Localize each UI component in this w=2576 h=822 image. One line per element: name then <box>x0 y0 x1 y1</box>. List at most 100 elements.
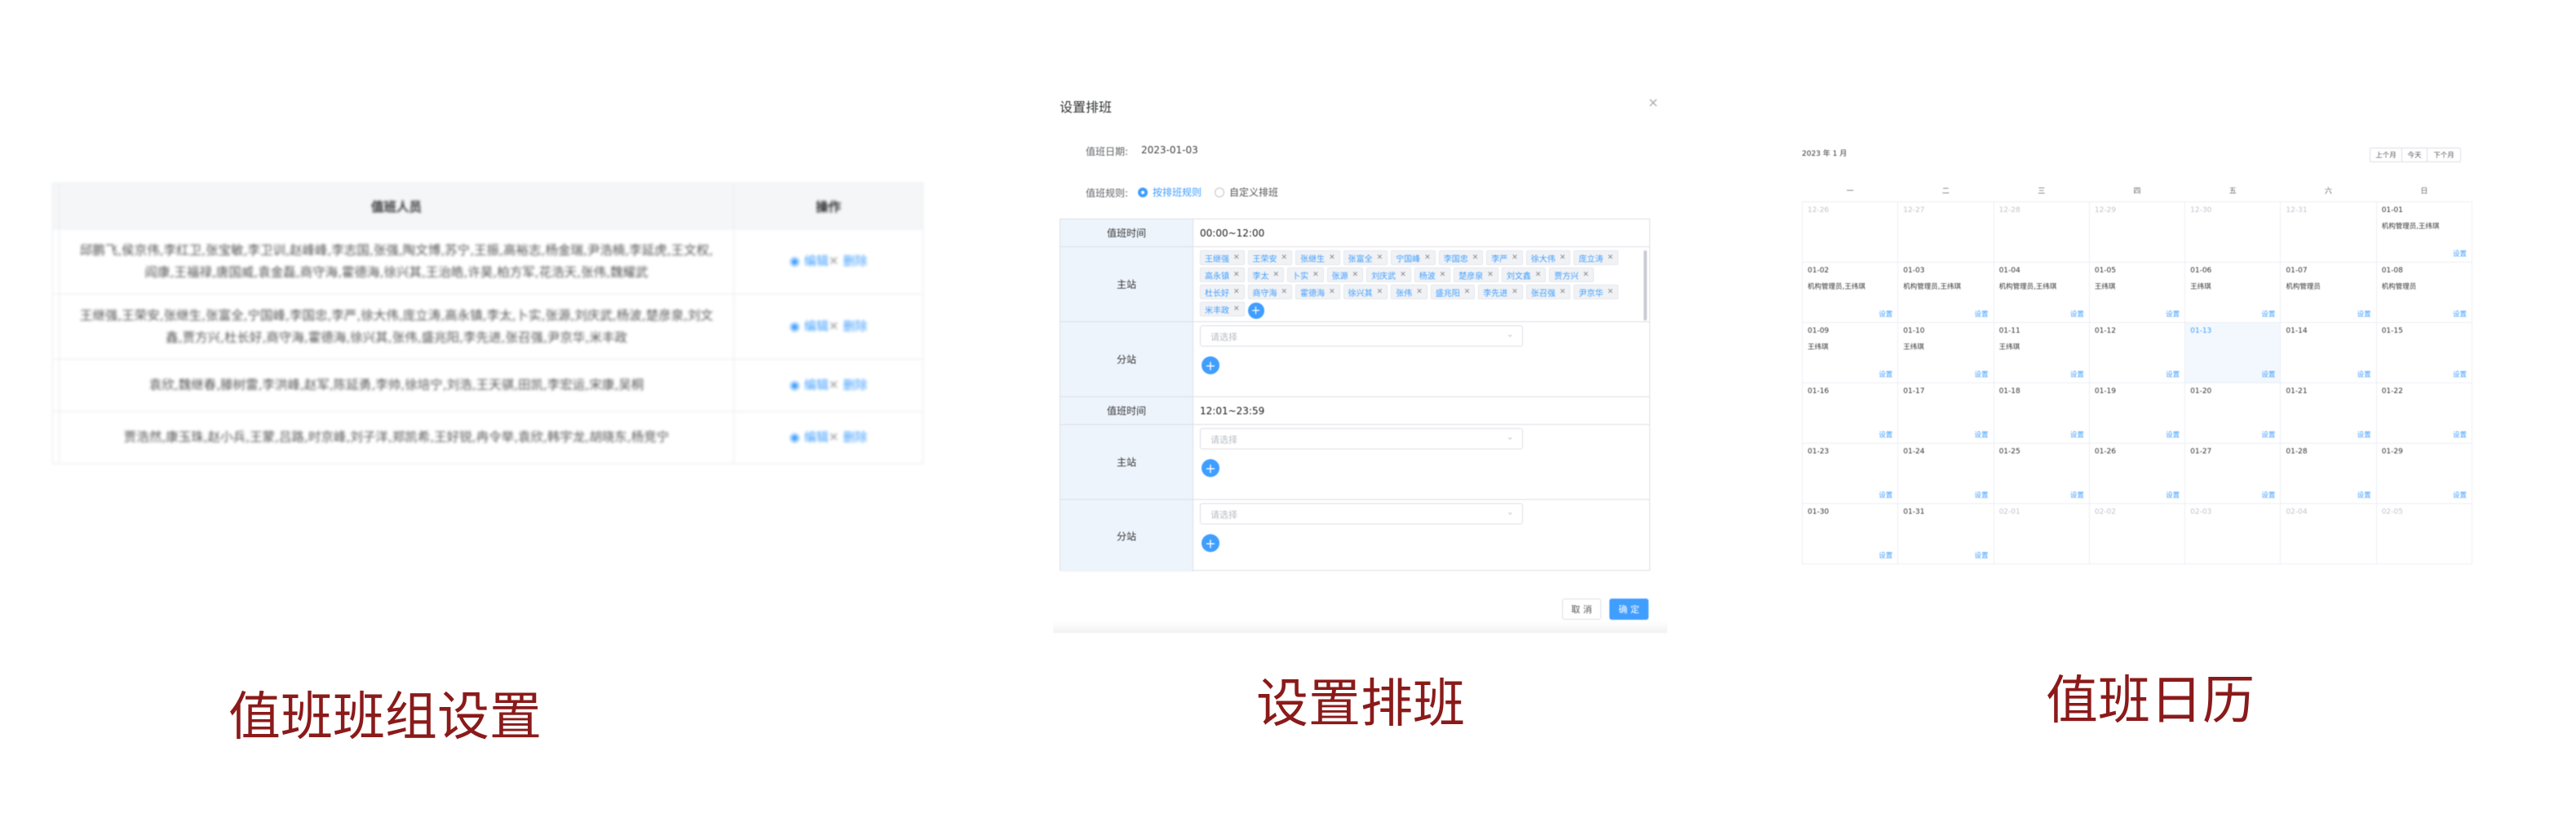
calendar-day-cell[interactable]: 01-25 设置 <box>1993 442 2090 504</box>
tag-close-icon[interactable]: ✕ <box>1233 288 1240 296</box>
radio-rule-custom[interactable]: 自定义排班 <box>1215 185 1278 199</box>
today-button[interactable]: 今天 <box>2401 148 2428 162</box>
day-set-link[interactable]: 设置 <box>1879 490 1892 500</box>
calendar-day-cell[interactable]: 12-28 <box>1993 201 2090 263</box>
calendar-day-cell[interactable]: 01-15 设置 <box>2375 321 2473 383</box>
shift1-sub-select[interactable]: 请选择 ⌄ <box>1200 325 1523 347</box>
day-set-link[interactable]: 设置 <box>1975 309 1989 319</box>
day-set-link[interactable]: 设置 <box>2070 369 2084 379</box>
tag-close-icon[interactable]: ✕ <box>1233 271 1240 279</box>
day-set-link[interactable]: 设置 <box>2261 490 2275 500</box>
tag-close-icon[interactable]: ✕ <box>1424 254 1431 262</box>
delete-link[interactable]: ✕ 删除 <box>829 319 868 334</box>
tag-close-icon[interactable]: ✕ <box>1512 254 1518 262</box>
calendar-day-cell[interactable]: 01-27 设置 <box>2184 442 2282 504</box>
day-set-link[interactable]: 设置 <box>2070 309 2084 319</box>
day-set-link[interactable]: 设置 <box>2357 369 2371 379</box>
confirm-button[interactable]: 确 定 <box>1609 599 1649 620</box>
edit-link[interactable]: ◉ 编辑 <box>790 430 829 444</box>
calendar-day-cell[interactable]: 12-31 <box>2280 201 2377 263</box>
calendar-day-cell[interactable]: 01-30 设置 <box>1801 502 1899 564</box>
calendar-day-cell[interactable]: 01-31 设置 <box>1897 502 1994 564</box>
tag-close-icon[interactable]: ✕ <box>1512 288 1518 296</box>
calendar-day-cell[interactable]: 01-20 设置 <box>2184 382 2282 444</box>
tag-close-icon[interactable]: ✕ <box>1464 288 1471 296</box>
day-set-link[interactable]: 设置 <box>1975 490 1989 500</box>
day-set-link[interactable]: 设置 <box>2357 490 2371 500</box>
calendar-day-cell[interactable]: 12-30 <box>2184 201 2282 263</box>
day-set-link[interactable]: 设置 <box>2357 430 2371 440</box>
delete-link[interactable]: ✕ 删除 <box>829 430 868 444</box>
calendar-day-cell[interactable]: 02-05 <box>2375 502 2473 564</box>
add-button[interactable]: + <box>1202 459 1219 477</box>
calendar-day-cell[interactable]: 02-03 <box>2184 502 2282 564</box>
cancel-button[interactable]: 取 消 <box>1562 599 1601 620</box>
scrollbar[interactable] <box>1644 250 1647 320</box>
calendar-day-cell[interactable]: 02-02 <box>2088 502 2186 564</box>
edit-link[interactable]: ◉ 编辑 <box>790 254 829 268</box>
calendar-day-cell[interactable]: 01-23 设置 <box>1801 442 1899 504</box>
day-set-link[interactable]: 设置 <box>1975 550 1989 560</box>
tag-close-icon[interactable]: ✕ <box>1560 254 1566 262</box>
day-set-link[interactable]: 设置 <box>2357 309 2371 319</box>
calendar-day-cell[interactable]: 01-28 设置 <box>2280 442 2377 504</box>
calendar-day-cell[interactable]: 01-08 机构管理员 设置 <box>2375 261 2473 323</box>
calendar-day-cell[interactable]: 01-06 王纬琪 设置 <box>2184 261 2282 323</box>
tag-close-icon[interactable]: ✕ <box>1535 271 1542 279</box>
add-button[interactable]: + <box>1247 303 1264 319</box>
delete-link[interactable]: ✕ 删除 <box>829 378 868 392</box>
tag-close-icon[interactable]: ✕ <box>1582 271 1589 279</box>
shift2-sub-select[interactable]: 请选择 ⌄ <box>1200 503 1523 524</box>
add-button[interactable]: + <box>1202 356 1219 374</box>
day-set-link[interactable]: 设置 <box>1879 309 1892 319</box>
day-set-link[interactable]: 设置 <box>2261 430 2275 440</box>
calendar-day-cell[interactable]: 01-07 机构管理员 设置 <box>2280 261 2377 323</box>
calendar-day-cell[interactable]: 02-01 <box>1993 502 2090 564</box>
next-month-button[interactable]: 下个月 <box>2427 148 2461 162</box>
calendar-day-cell[interactable]: 01-26 设置 <box>2088 442 2186 504</box>
tag-close-icon[interactable]: ✕ <box>1416 288 1423 296</box>
calendar-day-cell[interactable]: 01-17 设置 <box>1897 382 1994 444</box>
day-set-link[interactable]: 设置 <box>2166 369 2180 379</box>
tag-close-icon[interactable]: ✕ <box>1233 305 1240 313</box>
tag-close-icon[interactable]: ✕ <box>1273 271 1280 279</box>
calendar-day-cell[interactable]: 01-21 设置 <box>2280 382 2377 444</box>
calendar-day-cell[interactable]: 01-03 机构管理员,王纬琪 设置 <box>1897 261 1994 323</box>
shift1-main-tag-select[interactable]: 王继强 ✕ 王荣安 ✕ 张继生 ✕ 张富全 ✕ 宁国峰 ✕ 李国忠 ✕ 李严 ✕ 徐大伟 ✕ 庞立涛 ✕ 高永镇 ✕ 李… <box>1193 247 1649 322</box>
tag-close-icon[interactable]: ✕ <box>1312 271 1319 279</box>
day-set-link[interactable]: 设置 <box>2453 309 2467 319</box>
tag-close-icon[interactable]: ✕ <box>1281 254 1288 262</box>
calendar-day-cell[interactable]: 01-18 设置 <box>1993 382 2090 444</box>
prev-month-button[interactable]: 上个月 <box>2370 148 2402 162</box>
tag-close-icon[interactable]: ✕ <box>1400 271 1406 279</box>
day-set-link[interactable]: 设置 <box>2070 430 2084 440</box>
calendar-day-cell[interactable]: 01-24 设置 <box>1897 442 1994 504</box>
day-set-link[interactable]: 设置 <box>1975 430 1989 440</box>
day-set-link[interactable]: 设置 <box>1879 430 1892 440</box>
day-set-link[interactable]: 设置 <box>1879 369 1892 379</box>
day-set-link[interactable]: 设置 <box>2070 490 2084 500</box>
tag-close-icon[interactable]: ✕ <box>1281 288 1288 296</box>
tag-close-icon[interactable]: ✕ <box>1352 271 1359 279</box>
day-set-link[interactable]: 设置 <box>1879 550 1892 560</box>
calendar-day-cell[interactable]: 02-04 <box>2280 502 2377 564</box>
calendar-day-cell[interactable]: 01-11 王纬琪 设置 <box>1993 321 2090 383</box>
tag-close-icon[interactable]: ✕ <box>1472 254 1479 262</box>
calendar-day-cell[interactable]: 01-09 王纬琪 设置 <box>1801 321 1899 383</box>
calendar-day-cell[interactable]: 01-02 机构管理员,王纬琪 设置 <box>1801 261 1899 323</box>
tag-close-icon[interactable]: ✕ <box>1329 288 1335 296</box>
day-set-link[interactable]: 设置 <box>2453 369 2467 379</box>
tag-close-icon[interactable]: ✕ <box>1560 288 1566 296</box>
calendar-day-cell[interactable]: 12-26 <box>1801 201 1899 263</box>
tag-close-icon[interactable]: ✕ <box>1329 254 1335 262</box>
calendar-day-cell[interactable]: 01-01 机构管理员,王纬琪 设置 <box>2375 201 2473 263</box>
tag-close-icon[interactable]: ✕ <box>1377 254 1383 262</box>
day-set-link[interactable]: 设置 <box>1975 369 1989 379</box>
calendar-day-cell[interactable]: 01-14 设置 <box>2280 321 2377 383</box>
calendar-day-cell[interactable]: 01-16 设置 <box>1801 382 1899 444</box>
day-set-link[interactable]: 设置 <box>2261 369 2275 379</box>
tag-close-icon[interactable]: ✕ <box>1377 288 1383 296</box>
calendar-day-cell[interactable]: 12-27 <box>1897 201 1994 263</box>
tag-close-icon[interactable]: ✕ <box>1233 254 1240 262</box>
tag-close-icon[interactable]: ✕ <box>1440 271 1446 279</box>
